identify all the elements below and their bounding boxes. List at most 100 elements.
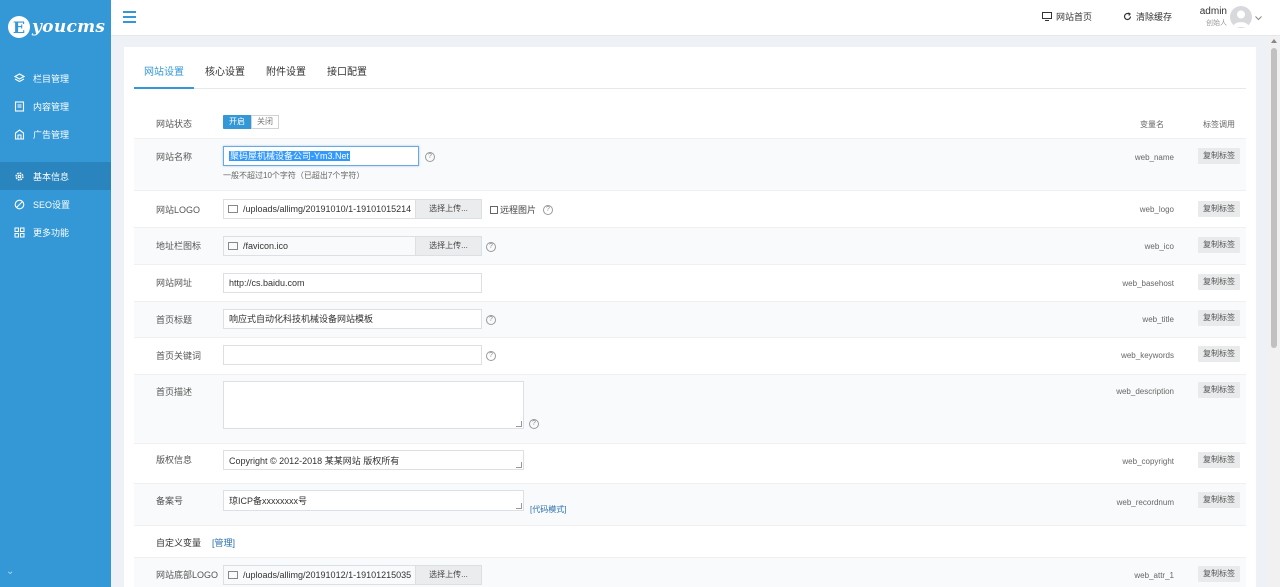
resize-handle-icon[interactable] [516, 421, 522, 427]
field-label: 地址栏图标 [156, 241, 202, 251]
resize-handle-icon[interactable] [516, 503, 522, 509]
var-name: web_description [1116, 387, 1174, 396]
copy-tag-button[interactable]: 复制标签 [1198, 492, 1240, 508]
field-label: 首页关键词 [156, 351, 202, 361]
sidebar-item-content[interactable]: 内容管理 [0, 92, 111, 120]
sidebar-nav: 栏目管理 内容管理 广告管理 基本信息 SEO设置 更多功能 [0, 64, 111, 246]
var-name: web_keywords [1121, 351, 1174, 360]
favicon-path-value: /favicon.ico [243, 241, 289, 251]
clear-cache-link[interactable]: 清除缓存 [1123, 10, 1172, 23]
field-label: 版权信息 [156, 455, 193, 465]
help-icon[interactable]: ? [543, 205, 553, 215]
manage-variables-link[interactable]: [管理] [212, 536, 235, 549]
footer-logo-upload-button[interactable]: 选择上传... [415, 566, 481, 584]
sidebar-collapse-icon[interactable]: ⌄ [6, 566, 14, 577]
site-name-input[interactable]: 聚码屋机械设备公司-Ym3.Net [223, 146, 419, 166]
grid-icon [14, 227, 25, 238]
copy-tag-button[interactable]: 复制标签 [1198, 310, 1240, 326]
brand-logo[interactable]: E youcms [8, 12, 105, 42]
status-off-button[interactable]: 关闭 [251, 115, 279, 129]
tab-core-settings[interactable]: 核心设置 [195, 61, 255, 89]
help-icon[interactable]: ? [486, 315, 496, 325]
row-site-name: 网站名称 聚码屋机械设备公司-Ym3.Net ? 一般不超过10个字符（已超出7… [134, 139, 1246, 191]
resize-handle-icon[interactable] [516, 462, 522, 468]
monitor-icon [1042, 12, 1052, 21]
scrollbar[interactable] [1268, 36, 1280, 587]
scroll-thumb[interactable] [1271, 48, 1277, 348]
var-name: web_recordnum [1116, 498, 1174, 507]
row-home-description: 首页描述 ? web_description 复制标签 [134, 375, 1246, 444]
logo-upload: /uploads/allimg/20191010/1-19101015214 选… [223, 199, 482, 219]
avatar[interactable] [1230, 6, 1252, 28]
user-info[interactable]: admin 创始人 [1193, 6, 1227, 28]
copy-tag-button[interactable]: 复制标签 [1198, 452, 1240, 468]
chevron-down-icon[interactable] [1255, 13, 1262, 23]
gear-icon [14, 171, 25, 182]
var-name: web_attr_1 [1134, 571, 1174, 580]
user-name: admin [1199, 6, 1227, 17]
home-keywords-input[interactable] [223, 345, 482, 365]
logo-letter: E [8, 16, 30, 38]
copyright-value: Copyright © 2012-2018 某某网站 版权所有 [229, 456, 400, 466]
var-name: web_title [1142, 315, 1174, 324]
tab-api-config[interactable]: 接口配置 [317, 61, 377, 89]
tab-attachment-settings[interactable]: 附件设置 [256, 61, 316, 89]
copy-tag-button[interactable]: 复制标签 [1198, 201, 1240, 217]
logo-text: youcms [32, 17, 106, 37]
scroll-up-icon[interactable] [1271, 39, 1277, 43]
status-on-button[interactable]: 开启 [223, 115, 251, 129]
copy-tag-button[interactable]: 复制标签 [1198, 148, 1240, 164]
sidebar-item-basic-info[interactable]: 基本信息 [0, 162, 111, 190]
sidebar-item-label: 内容管理 [33, 101, 70, 112]
tab-site-settings[interactable]: 网站设置 [134, 61, 194, 89]
help-icon[interactable]: ? [486, 242, 496, 252]
image-icon [228, 205, 238, 213]
row-status: 网站状态 开启 关闭 变量名 标签调用 [134, 107, 1246, 139]
settings-tabs: 网站设置 核心设置 附件设置 接口配置 [134, 61, 1246, 89]
logo-upload-button[interactable]: 选择上传... [415, 200, 481, 218]
copy-tag-button[interactable]: 复制标签 [1198, 382, 1240, 398]
image-icon [228, 571, 238, 579]
site-home-link[interactable]: 网站首页 [1042, 10, 1092, 23]
favicon-path-input[interactable]: /favicon.ico [224, 237, 415, 255]
status-toggle: 开启 关闭 [223, 115, 279, 129]
remote-image-checkbox[interactable]: 远程图片 [490, 203, 536, 216]
favicon-upload-button[interactable]: 选择上传... [415, 237, 481, 255]
record-number-textarea[interactable]: 琼ICP备xxxxxxxx号 [223, 490, 524, 511]
site-url-input[interactable]: http://cs.baidu.com [223, 273, 482, 293]
menu-toggle-icon[interactable] [123, 11, 136, 23]
var-name: web_name [1134, 153, 1174, 162]
help-icon[interactable]: ? [486, 351, 496, 361]
settings-panel: 网站设置 核心设置 附件设置 接口配置 网站状态 开启 关闭 变量名 标签调用 … [124, 47, 1256, 587]
sidebar-item-more[interactable]: 更多功能 [0, 218, 111, 246]
field-label: 首页标题 [156, 315, 193, 325]
code-mode-link[interactable]: [代码模式] [530, 504, 566, 515]
site-home-label: 网站首页 [1056, 12, 1093, 22]
copyright-textarea[interactable]: Copyright © 2012-2018 某某网站 版权所有 [223, 450, 524, 470]
row-favicon: 地址栏图标 /favicon.ico 选择上传... ? web_ico 复制标… [134, 228, 1246, 265]
field-label: 网站网址 [156, 278, 193, 288]
logo-path-input[interactable]: /uploads/allimg/20191010/1-19101015214 [224, 200, 415, 218]
var-name: web_logo [1139, 205, 1174, 214]
home-description-textarea[interactable] [223, 381, 524, 429]
help-icon[interactable]: ? [529, 419, 539, 429]
sidebar-item-seo[interactable]: SEO设置 [0, 190, 111, 218]
home-title-input[interactable]: 响应式自动化科技机械设备网站模板 [223, 309, 482, 329]
copy-tag-button[interactable]: 复制标签 [1198, 566, 1240, 582]
sidebar-item-ads[interactable]: 广告管理 [0, 120, 111, 148]
copy-tag-button[interactable]: 复制标签 [1198, 346, 1240, 362]
help-icon[interactable]: ? [425, 152, 435, 162]
image-icon [228, 242, 238, 250]
footer-logo-path-input[interactable]: /uploads/allimg/20191012/1-19101215035 [224, 566, 415, 584]
site-name-value: 聚码屋机械设备公司-Ym3.Net [229, 151, 351, 161]
user-role: 创始人 [1206, 20, 1227, 27]
site-name-hint: 一般不超过10个字符（已超出7个字符） [223, 171, 365, 180]
sidebar-item-columns[interactable]: 栏目管理 [0, 64, 111, 92]
row-home-title: 首页标题 响应式自动化科技机械设备网站模板 ? web_title 复制标签 [134, 302, 1246, 338]
document-icon [14, 100, 25, 112]
copy-tag-button[interactable]: 复制标签 [1198, 237, 1240, 253]
copy-tag-button[interactable]: 复制标签 [1198, 274, 1240, 290]
layers-icon [14, 72, 25, 84]
var-name: web_ico [1144, 242, 1174, 251]
sidebar-item-label: 栏目管理 [33, 73, 70, 84]
